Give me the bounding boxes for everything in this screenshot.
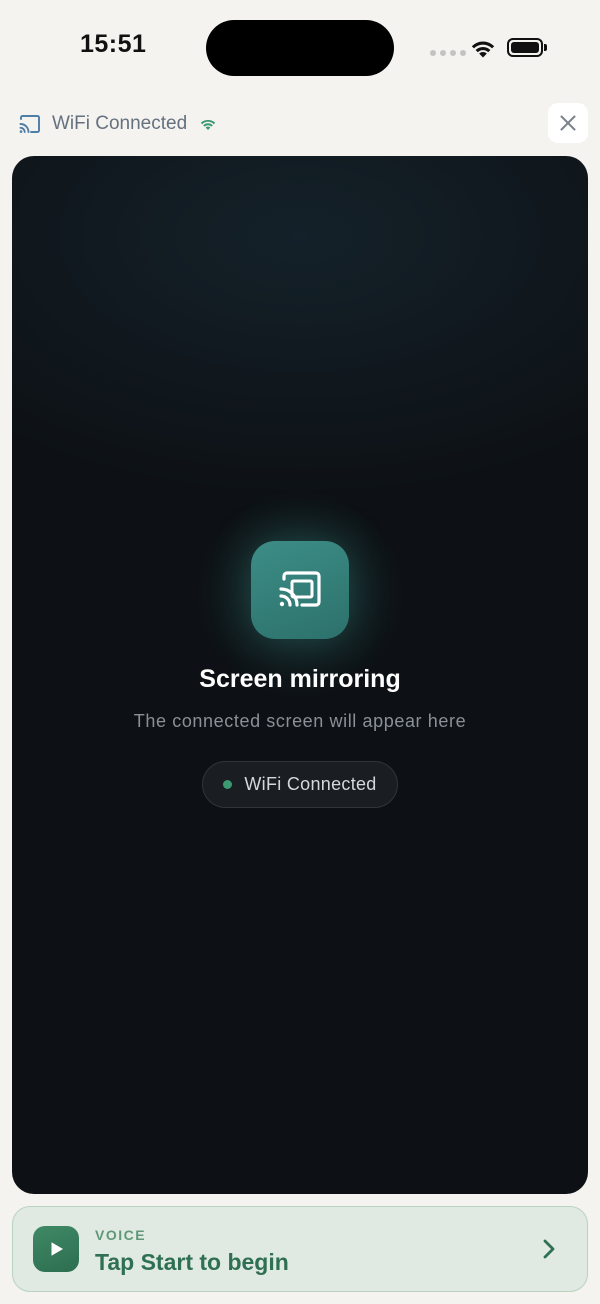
voice-start-card[interactable]: VOICE Tap Start to begin	[12, 1206, 588, 1292]
status-dot	[223, 780, 233, 789]
connection-status-bar: WiFi Connected	[18, 106, 217, 142]
status-time: 15:51	[80, 30, 147, 58]
mirror-screen-panel: Screen mirroring The connected screen wi…	[12, 156, 588, 1194]
wifi-icon	[471, 41, 495, 58]
voice-title: Tap Start to begin	[95, 1249, 289, 1275]
play-icon	[51, 1242, 63, 1256]
dynamic-island	[206, 20, 394, 76]
status-bar: 15:51	[0, 0, 600, 96]
chevron-right-icon	[541, 1238, 557, 1260]
battery-tip	[544, 44, 547, 51]
mirror-subtitle: The connected screen will appear here	[133, 711, 467, 731]
status-pill-label: WiFi Connected	[244, 774, 377, 794]
screen-mirroring-icon-tile	[251, 541, 349, 639]
battery-icon	[507, 38, 543, 57]
screen-mirroring-icon	[279, 571, 321, 607]
mirror-title: Screen mirroring	[199, 665, 401, 693]
close-button[interactable]	[548, 103, 588, 143]
cast-icon	[19, 115, 40, 133]
connection-label: WiFi Connected	[52, 113, 188, 134]
connection-status-pill: WiFi Connected	[202, 761, 398, 808]
play-button[interactable]	[33, 1226, 79, 1272]
cellular-dots-icon	[430, 50, 466, 56]
wifi-icon	[200, 119, 216, 130]
close-icon	[560, 115, 576, 131]
voice-kicker: VOICE	[95, 1227, 147, 1243]
